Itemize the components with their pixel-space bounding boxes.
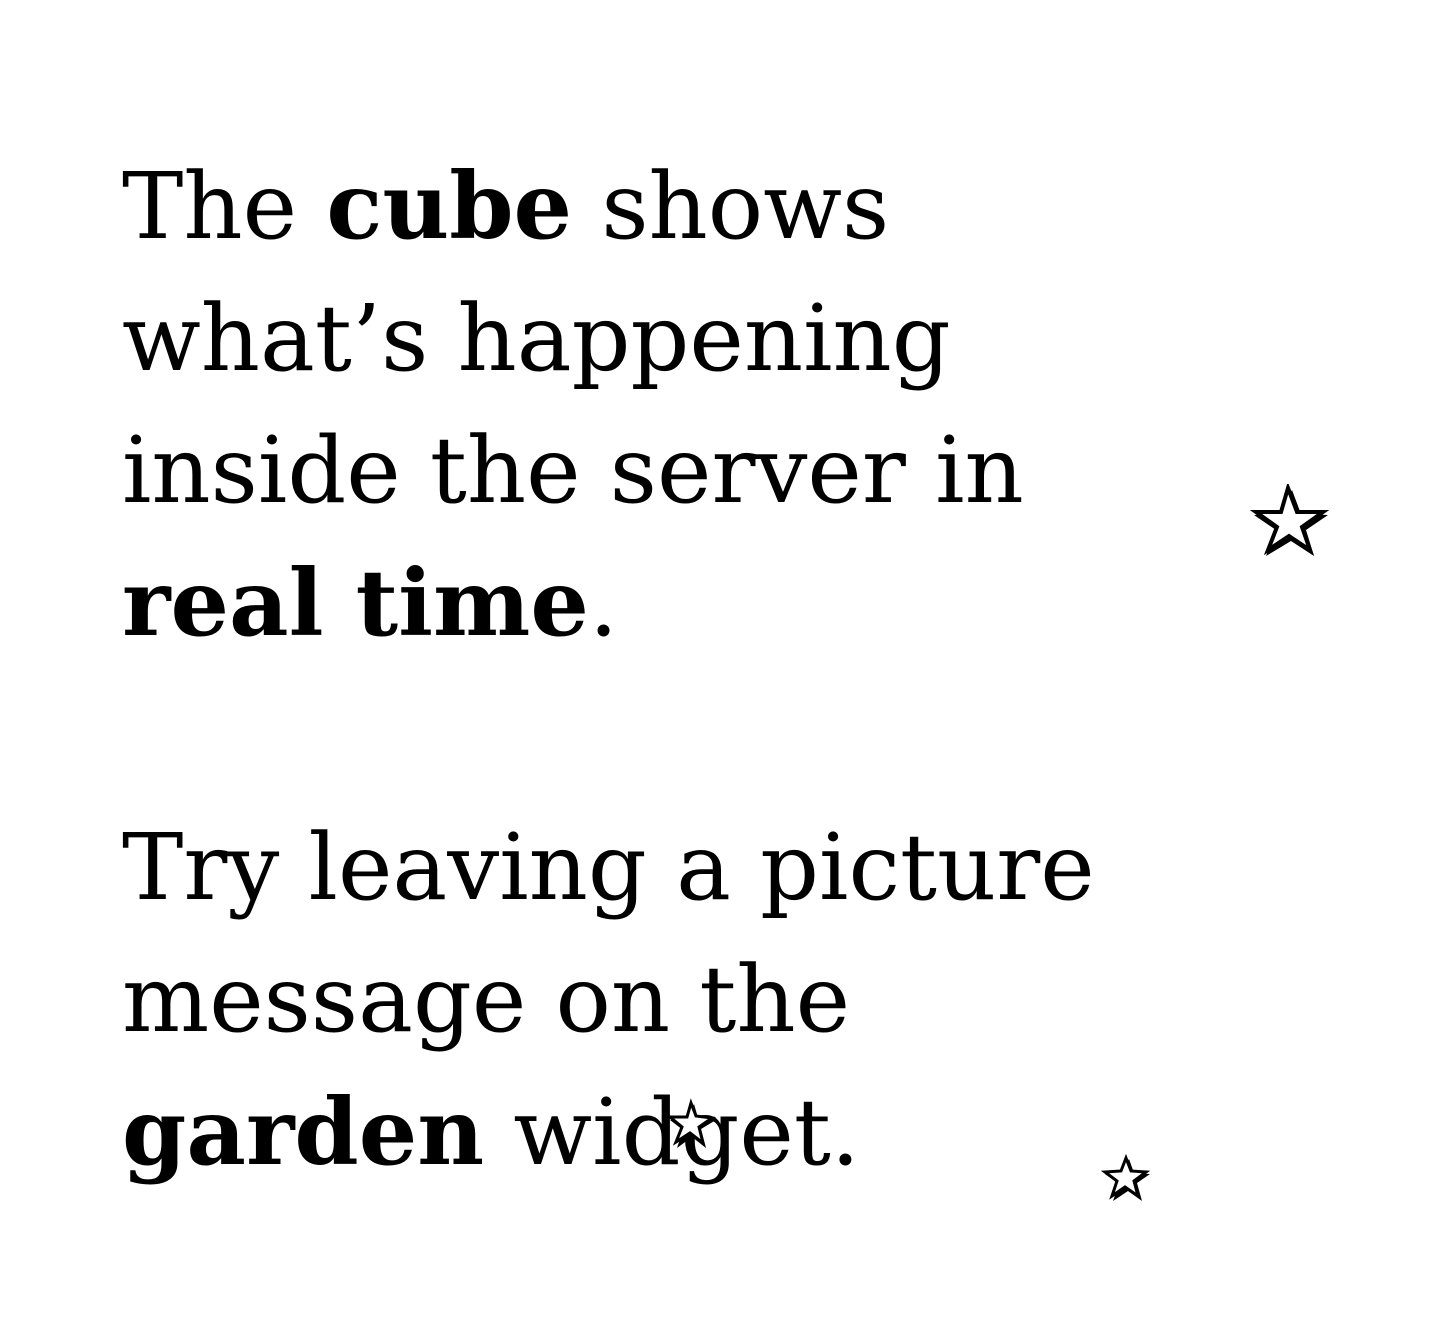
star-icon bbox=[1100, 1154, 1151, 1201]
text-the: The bbox=[122, 153, 327, 260]
message-text: The cube shows what’s happening inside t… bbox=[122, 140, 1182, 1199]
bold-cube: cube bbox=[326, 152, 573, 260]
bold-real-time: real time bbox=[122, 549, 589, 657]
text-period: . bbox=[588, 550, 619, 657]
star-icon bbox=[665, 1098, 717, 1148]
paragraph-cube: The cube shows what’s happening inside t… bbox=[122, 140, 1182, 670]
star-icon bbox=[1249, 484, 1330, 556]
bold-garden: garden bbox=[122, 1078, 485, 1186]
text-try-leaving: Try leaving a picture message on the bbox=[122, 814, 1095, 1053]
paragraph-garden: Try leaving a picture message on the gar… bbox=[122, 802, 1182, 1199]
